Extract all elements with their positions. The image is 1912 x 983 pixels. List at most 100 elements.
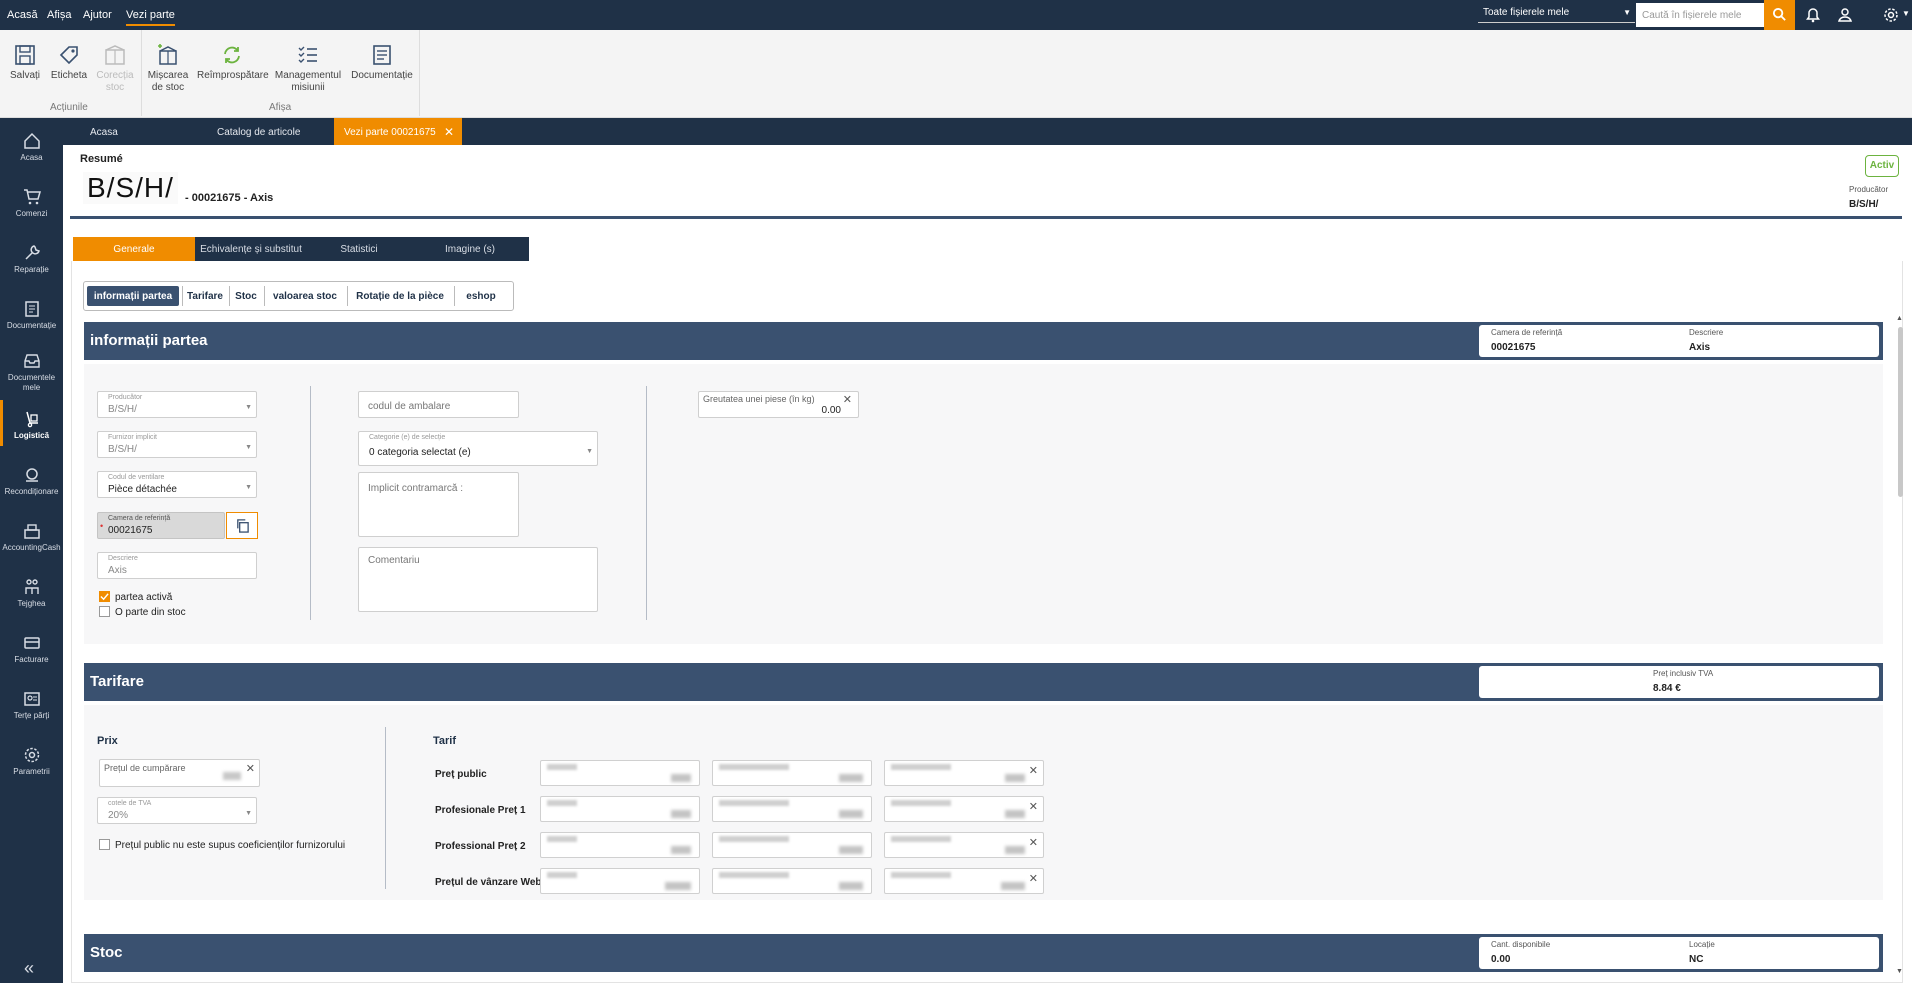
tab-acasa[interactable]: Acasa bbox=[63, 118, 183, 145]
stock-movement-button[interactable]: Mișcarea de stoc bbox=[146, 44, 190, 94]
chevron-down-icon[interactable]: ▼ bbox=[1902, 9, 1910, 18]
scroll-up-icon[interactable]: ▲ bbox=[1896, 315, 1903, 322]
sidebar-item-label: Documentele mele bbox=[7, 373, 56, 392]
hand-truck-icon bbox=[25, 411, 38, 428]
clear-icon[interactable]: ✕ bbox=[1029, 836, 1038, 849]
vertical-scrollbar[interactable]: ▲ ▼ bbox=[1896, 315, 1905, 975]
public-price-checkbox[interactable] bbox=[99, 839, 110, 850]
category-select[interactable]: Categorie (e) de selecție 0 categoria se… bbox=[358, 431, 598, 466]
supplier-select[interactable]: Furnizor implicit B/S/H/ ▼ bbox=[97, 431, 257, 458]
copy-button[interactable] bbox=[226, 512, 258, 539]
tariff-cell[interactable] bbox=[712, 868, 872, 894]
tariff-cell[interactable]: ✕ bbox=[884, 832, 1044, 858]
subtab-rotatie[interactable]: Rotație de la pièce bbox=[348, 286, 452, 306]
tariff-cell[interactable]: ✕ bbox=[884, 760, 1044, 786]
menu-acasa[interactable]: Acasă bbox=[7, 9, 38, 21]
tariff-cell[interactable] bbox=[712, 760, 872, 786]
copy-icon bbox=[237, 519, 249, 533]
tariff-cell[interactable] bbox=[712, 796, 872, 822]
column-divider bbox=[310, 386, 311, 620]
collapse-sidebar-icon[interactable]: « bbox=[24, 958, 34, 979]
save-button[interactable]: Salvați bbox=[6, 44, 44, 82]
subtab-tarifare[interactable]: Tarifare bbox=[183, 286, 227, 306]
field-label: Furnizor implicit bbox=[108, 434, 158, 441]
file-scope-select[interactable]: Toate fișierele mele ▼ bbox=[1478, 3, 1635, 23]
blurred-value bbox=[547, 764, 577, 770]
subtab-informatii[interactable]: informații partea bbox=[87, 286, 179, 306]
weight-input[interactable]: Greutatea unei piese (în kg) 0.00 ✕ bbox=[698, 391, 859, 418]
purchase-price-input[interactable]: Prețul de cumpărare ✕ bbox=[99, 759, 260, 787]
tab-statistici[interactable]: Statistici bbox=[307, 237, 411, 261]
subtab-valoarea-stoc[interactable]: valoarea stoc bbox=[265, 286, 345, 306]
refresh-button[interactable]: Reîmprospătare bbox=[197, 44, 269, 82]
producer-select[interactable]: Producător B/S/H/ ▼ bbox=[97, 391, 257, 418]
subtab-stoc[interactable]: Stoc bbox=[230, 286, 262, 306]
search-input[interactable]: Caută în fișierele mele bbox=[1636, 3, 1764, 27]
tariff-cell[interactable] bbox=[540, 832, 700, 858]
breakdown-code-select[interactable]: Codul de ventilare Pièce détachée ▼ bbox=[97, 471, 257, 498]
field-label: Prețul de cumpărare bbox=[104, 763, 186, 773]
sidebar-item-acasa[interactable]: Acasa bbox=[0, 132, 63, 163]
active-part-checkbox[interactable] bbox=[99, 591, 110, 602]
clear-icon[interactable]: ✕ bbox=[1029, 800, 1038, 813]
clear-icon[interactable]: ✕ bbox=[843, 393, 852, 406]
scroll-down-icon[interactable]: ▼ bbox=[1896, 968, 1903, 975]
sidebar-item-comenzi[interactable]: Comenzi bbox=[0, 188, 63, 219]
settings-icon[interactable] bbox=[1883, 7, 1899, 23]
scrollbar-thumb[interactable] bbox=[1898, 327, 1903, 497]
tariff-cell[interactable]: ✕ bbox=[884, 796, 1044, 822]
bell-icon[interactable] bbox=[1805, 7, 1821, 23]
ref-value: 00021675 bbox=[1491, 342, 1536, 353]
section-header-info: informații partea Camera de referință 00… bbox=[84, 322, 1883, 360]
stock-summary-box: Cant. disponibile 0.00 Locație NC bbox=[1479, 937, 1879, 969]
tariff-cell[interactable] bbox=[540, 868, 700, 894]
comment-textarea[interactable]: Comentariu bbox=[358, 547, 598, 612]
reference-field[interactable]: • Camera de referință 00021675 bbox=[97, 512, 225, 539]
tariff-cell[interactable]: ✕ bbox=[884, 868, 1044, 894]
sidebar-item-documentele-mele[interactable]: Documentele mele bbox=[0, 352, 63, 393]
section-title: Tarifare bbox=[90, 673, 144, 690]
sidebar-item-documentatie[interactable]: Documentație bbox=[0, 300, 63, 331]
stock-correction-button[interactable]: Corecția stoc bbox=[94, 44, 136, 94]
tab-imagine[interactable]: Imagine (s) bbox=[411, 237, 529, 261]
sidebar-item-tejghea[interactable]: Tejghea bbox=[0, 578, 63, 609]
menu-ajutor[interactable]: Ajutor bbox=[83, 9, 112, 21]
clear-icon[interactable]: ✕ bbox=[246, 762, 255, 775]
sidebar-item-terte-parti[interactable]: Terțe părți bbox=[0, 690, 63, 721]
qty-label: Cant. disponibile bbox=[1491, 940, 1551, 949]
stock-part-checkbox[interactable] bbox=[99, 606, 110, 617]
vat-rate-select[interactable]: cotele de TVA 20% ▼ bbox=[97, 797, 257, 824]
tariff-cell[interactable] bbox=[540, 796, 700, 822]
save-icon bbox=[15, 45, 35, 65]
clear-icon[interactable]: ✕ bbox=[1029, 872, 1038, 885]
desc-value: Axis bbox=[1689, 342, 1711, 353]
description-field[interactable]: Descriere Axis bbox=[97, 552, 257, 579]
pricing-summary-box: Preț inclusiv TVA 8.84 € bbox=[1479, 666, 1879, 698]
menu-afisa[interactable]: Afișa bbox=[47, 9, 71, 21]
sidebar-item-facturare[interactable]: Facturare bbox=[0, 634, 63, 665]
documentation-button[interactable]: Documentație bbox=[350, 44, 414, 82]
mission-management-button[interactable]: Managementul misiunii bbox=[274, 44, 342, 94]
sidebar-item-reparatie[interactable]: Reparație bbox=[0, 244, 63, 275]
clear-icon[interactable]: ✕ bbox=[1029, 764, 1038, 777]
blurred-value bbox=[547, 836, 577, 842]
sidebar-item-accountingcash[interactable]: AccountingCash bbox=[0, 522, 63, 553]
blurred-value bbox=[839, 846, 863, 854]
tariff-cell[interactable] bbox=[712, 832, 872, 858]
close-icon[interactable]: ✕ bbox=[444, 125, 454, 139]
tab-generale[interactable]: Generale bbox=[73, 237, 195, 261]
menu-vezi-parte[interactable]: Vezi parte bbox=[126, 9, 175, 26]
tab-vezi-parte[interactable]: Vezi parte 00021675 ✕ bbox=[334, 118, 462, 145]
tariff-cell[interactable] bbox=[540, 760, 700, 786]
stock-part-label: O parte din stoc bbox=[115, 607, 186, 618]
user-icon[interactable] bbox=[1837, 7, 1853, 23]
packaging-code-input[interactable]: codul de ambalare bbox=[358, 391, 519, 418]
subtab-eshop[interactable]: eshop bbox=[455, 286, 507, 306]
sidebar-item-logistica[interactable]: Logistică bbox=[0, 400, 63, 446]
sidebar-item-reconditionare[interactable]: Recondiționare bbox=[0, 466, 63, 497]
sidebar-item-parametrii[interactable]: Parametrii bbox=[0, 746, 63, 777]
counter-mark-textarea[interactable]: Implicit contramarcă : bbox=[358, 472, 519, 537]
tab-echivalente[interactable]: Echivalențe și substitut bbox=[195, 237, 307, 261]
search-button[interactable] bbox=[1764, 0, 1795, 30]
label-button[interactable]: Eticheta bbox=[48, 44, 90, 82]
